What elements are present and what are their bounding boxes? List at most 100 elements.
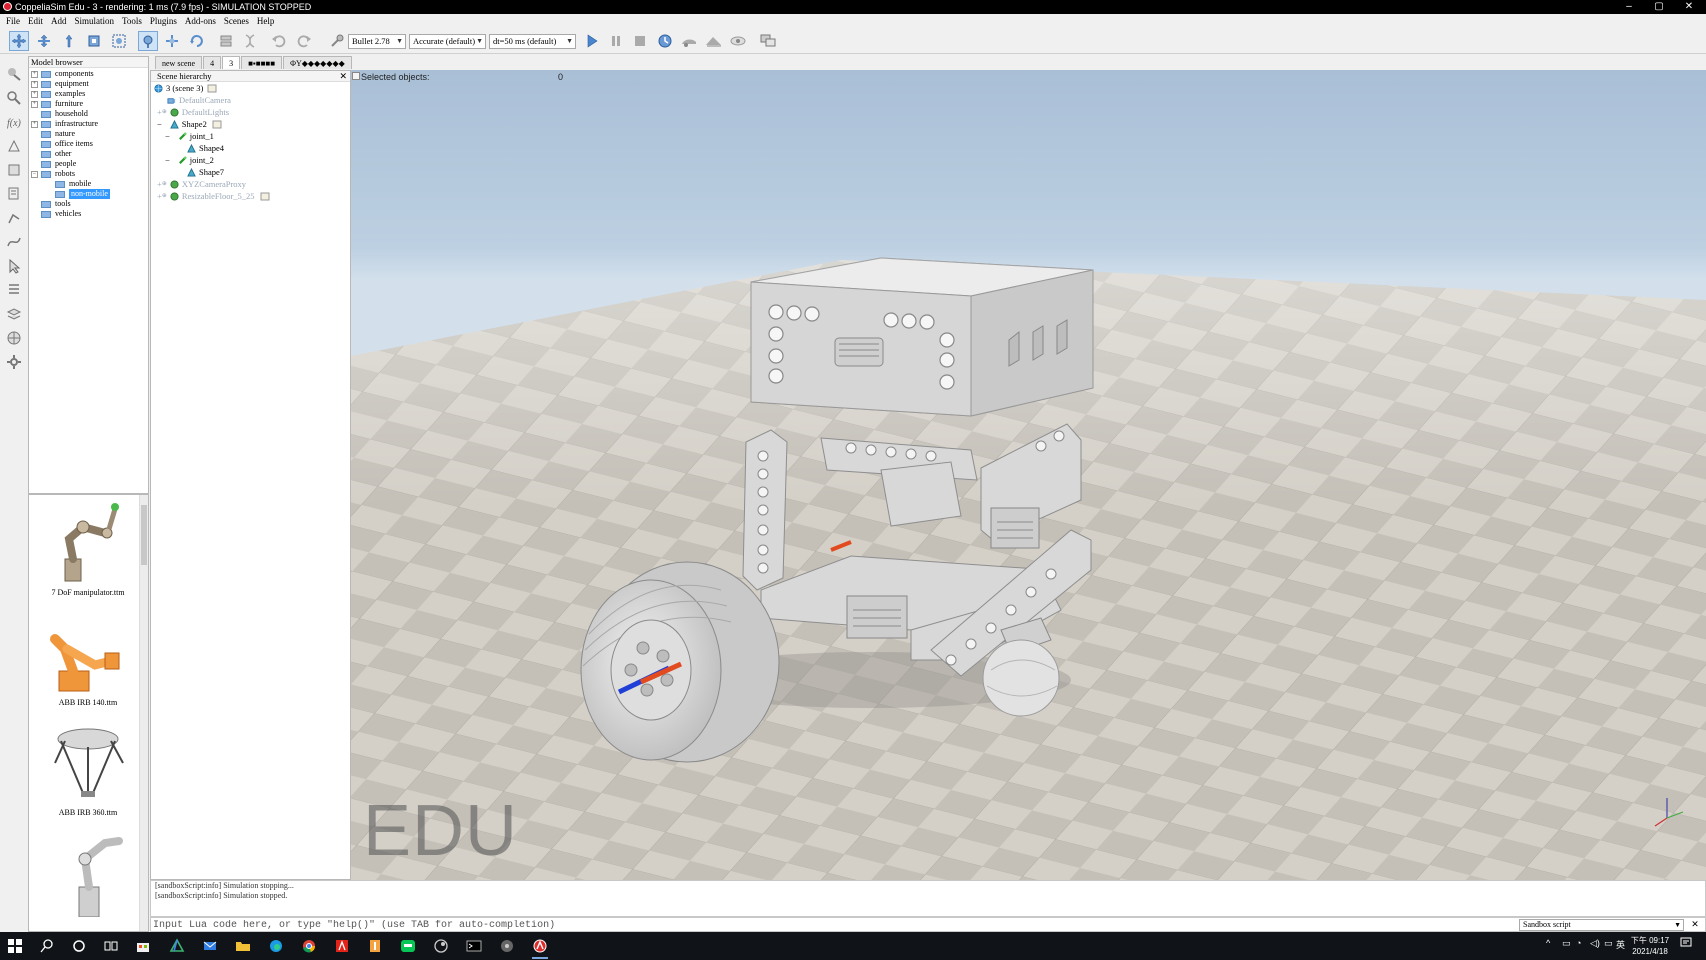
collections-icon[interactable]	[4, 160, 24, 180]
drive-icon[interactable]	[166, 936, 188, 956]
robot-brick[interactable]	[750, 257, 1094, 417]
model-folder-item[interactable]: other	[31, 149, 148, 159]
acrobat-icon[interactable]	[331, 936, 353, 956]
model-folder-item[interactable]: + infrastructure	[31, 119, 148, 129]
model-folder-item[interactable]: people	[31, 159, 148, 169]
assemble-icon[interactable]	[216, 31, 236, 51]
model-folder-item[interactable]: + components	[31, 69, 148, 79]
model-folder-item[interactable]: − robots	[31, 169, 148, 179]
tray-chevron-up-icon[interactable]: ^	[1546, 938, 1550, 948]
mail-icon[interactable]	[199, 936, 221, 956]
thumbnail-industrial-arm[interactable]	[35, 829, 141, 929]
model-folder-item[interactable]: office items	[31, 139, 148, 149]
expand-icon[interactable]: +	[31, 120, 38, 128]
visualization-icon[interactable]	[728, 31, 748, 51]
simulation-settings-icon[interactable]	[4, 64, 24, 84]
windows-start-icon[interactable]	[4, 936, 26, 956]
tree-item-shape7[interactable]: Shape7	[187, 167, 224, 178]
tree-item-joint2[interactable]: − joint_2	[165, 155, 214, 166]
task-view-icon[interactable]	[100, 936, 122, 956]
tab-scene-garbled-2[interactable]: ΦY◆◆◆◆◆◆◆	[283, 56, 352, 69]
tab-new-scene[interactable]: new scene	[155, 56, 203, 69]
object-rotate-icon[interactable]	[187, 31, 207, 51]
model-folder-item[interactable]: nature	[31, 129, 148, 139]
timestep-select[interactable]: dt=50 ms (default) ▼	[489, 34, 576, 49]
model-browser-toggle-icon[interactable]	[4, 280, 24, 300]
minimize-button[interactable]: –	[1614, 0, 1644, 14]
calculation-modules-icon[interactable]	[4, 136, 24, 156]
tree-item-defaultcamera[interactable]: DefaultCamera	[167, 95, 231, 106]
transfer-dna-icon[interactable]	[240, 31, 260, 51]
collapse-icon[interactable]: −	[157, 119, 162, 130]
tree-item-xyzcameraproxy[interactable]: + ⊕ XYZCameraProxy	[157, 179, 246, 190]
scrollbar-thumb[interactable]	[141, 505, 147, 565]
thumbnail-abb-irb-140[interactable]: ABB IRB 140.ttm	[35, 609, 141, 709]
tab-scene-4[interactable]: 4	[203, 56, 222, 69]
menu-file[interactable]: File	[4, 14, 26, 28]
realtime-icon[interactable]	[655, 31, 675, 51]
menu-edit[interactable]: Edit	[26, 14, 49, 28]
tree-item-shape2[interactable]: − Shape2	[157, 119, 222, 130]
zoom-search-icon[interactable]	[4, 88, 24, 108]
menu-add[interactable]: Add	[49, 14, 73, 28]
expand-icon[interactable]: +	[31, 70, 38, 78]
layers-icon[interactable]	[4, 304, 24, 324]
model-folder-item[interactable]: + examples	[31, 89, 148, 99]
maximize-button[interactable]: ▢	[1644, 0, 1674, 14]
script-icon[interactable]	[207, 84, 217, 93]
system-clock[interactable]: 下午 09:17 2021/4/18	[1626, 935, 1674, 957]
zoom-icon[interactable]	[109, 31, 129, 51]
cortana-icon[interactable]	[68, 936, 90, 956]
pan-camera-icon[interactable]	[34, 31, 54, 51]
terminal-icon[interactable]	[463, 936, 485, 956]
thumbnail-7dof-manipulator[interactable]: 7 DoF manipulator.ttm	[35, 499, 141, 599]
collapse-icon[interactable]: −	[165, 131, 170, 142]
tray-battery-icon[interactable]: ▭	[1604, 938, 1613, 949]
model-folder-item[interactable]: non-mobile	[31, 189, 148, 199]
scripts-icon[interactable]	[4, 184, 24, 204]
coppeliasim-taskbar-icon[interactable]	[529, 936, 551, 959]
selection-icon[interactable]	[4, 256, 24, 276]
menu-scenes[interactable]: Scenes	[222, 14, 255, 28]
script-icon[interactable]	[212, 120, 222, 129]
speed-up-icon[interactable]	[704, 31, 724, 51]
file-explorer-icon[interactable]	[232, 936, 254, 956]
play-icon[interactable]	[582, 31, 602, 51]
fit-view-icon[interactable]	[84, 31, 104, 51]
object-select-icon[interactable]	[138, 31, 158, 51]
script-target-select[interactable]: Sandbox script ▼	[1519, 919, 1684, 931]
edge-icon[interactable]	[265, 936, 287, 956]
notes-app-icon[interactable]	[364, 936, 386, 956]
pause-icon[interactable]	[606, 31, 626, 51]
menu-simulation[interactable]: Simulation	[73, 14, 121, 28]
accuracy-select[interactable]: Accurate (default) ▼	[409, 34, 486, 49]
thumbnail-abb-irb-360[interactable]: ABB IRB 360.ttm	[35, 719, 141, 819]
scene-root[interactable]: 3 (scene 3)	[154, 83, 217, 94]
model-folder-item[interactable]: + equipment	[31, 79, 148, 89]
lua-command-input[interactable]	[153, 919, 1513, 931]
script-icon[interactable]	[260, 192, 270, 201]
tray-network-icon[interactable]: ▭	[1562, 938, 1571, 949]
collapse-icon[interactable]: −	[165, 155, 170, 166]
tray-volume-icon[interactable]: ◁)	[1590, 938, 1600, 949]
media-app-icon[interactable]	[496, 936, 518, 956]
fx-icon[interactable]: f(x)	[4, 112, 24, 132]
tree-item-shape4[interactable]: Shape4	[187, 143, 224, 154]
tree-item-joint1[interactable]: − joint_1	[165, 131, 214, 142]
line-chat-icon[interactable]	[397, 936, 419, 956]
expand-icon[interactable]: +	[31, 100, 38, 108]
search-icon[interactable]	[36, 936, 58, 956]
model-folder-item[interactable]: household	[31, 109, 148, 119]
menu-plugins[interactable]: Plugins	[148, 14, 183, 28]
menu-add-ons[interactable]: Add-ons	[183, 14, 222, 28]
rotate-camera-icon[interactable]	[59, 31, 79, 51]
path-edit-icon[interactable]	[4, 232, 24, 252]
tab-scene-garbled-1[interactable]: ■▪■■■■	[241, 56, 283, 69]
chrome-icon[interactable]	[298, 936, 320, 956]
model-folder-item[interactable]: mobile	[31, 179, 148, 189]
stop-icon[interactable]	[630, 31, 650, 51]
tree-item-resizablefloor[interactable]: + ⊕ ResizableFloor_5_25	[157, 191, 270, 202]
tree-item-defaultlights[interactable]: + ⊕ DefaultLights	[157, 107, 229, 118]
page-selector-icon[interactable]	[758, 31, 778, 51]
close-window-button[interactable]: ✕	[1674, 0, 1704, 14]
